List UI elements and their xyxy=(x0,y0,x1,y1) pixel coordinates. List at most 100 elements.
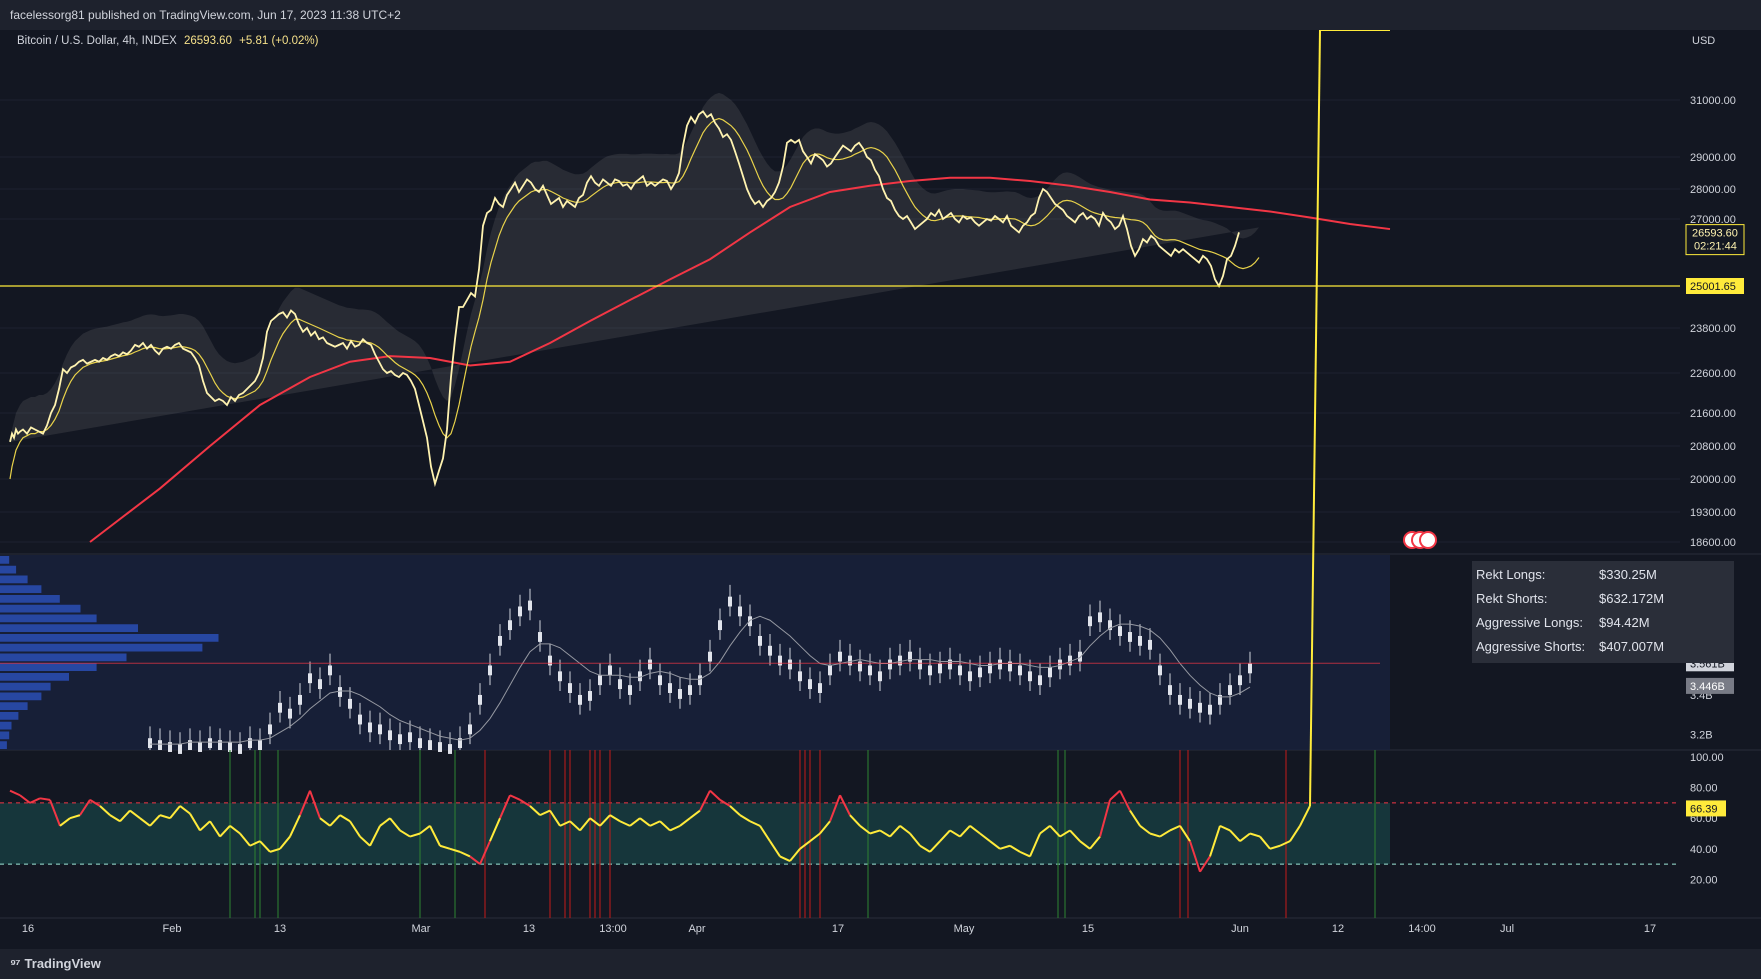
volume-profile-bar xyxy=(0,692,42,701)
time-axis-label: 17 xyxy=(1644,923,1656,935)
volume-profile-bar xyxy=(0,702,28,710)
oi-tick-label: 3.2B xyxy=(1690,729,1713,741)
oi-bar xyxy=(1098,612,1102,623)
oi-bar xyxy=(838,651,842,662)
volume-profile-bar xyxy=(0,634,219,642)
rsi-segment xyxy=(29,797,41,804)
oi-bar xyxy=(798,671,802,682)
oi-bar xyxy=(1198,702,1202,713)
oi-bar xyxy=(928,665,932,676)
oi-bar xyxy=(368,722,372,733)
time-axis-label: 14:00 xyxy=(1408,923,1436,935)
oi-bar xyxy=(338,687,342,697)
volume-profile-bar xyxy=(0,682,51,691)
oi-bar xyxy=(998,659,1002,670)
oi-bar xyxy=(378,724,382,735)
oi-bar xyxy=(678,689,682,699)
oi-bar xyxy=(648,659,652,670)
volume-profile-bar xyxy=(0,556,10,564)
countdown-label: 02:21:44 xyxy=(1694,241,1737,253)
oi-bar xyxy=(588,691,592,701)
price-tick-label: 19300.00 xyxy=(1690,507,1736,519)
oi-bar xyxy=(398,734,402,745)
oi-bar xyxy=(408,732,412,743)
price-tick-label: 21600.00 xyxy=(1690,408,1736,420)
footer-bar: ⁹⁷ TradingView xyxy=(0,949,1761,979)
oi-bar xyxy=(778,655,782,666)
oi-bar xyxy=(518,606,522,617)
oi-bar xyxy=(1188,698,1192,709)
oi-bar xyxy=(688,685,692,695)
oi-bar xyxy=(1178,694,1182,705)
oi-bar xyxy=(328,665,332,676)
time-axis-label: 16 xyxy=(22,923,34,935)
volume-profile-bar xyxy=(0,741,7,749)
oi-bar xyxy=(158,740,162,750)
oi-bar xyxy=(278,702,282,713)
oi-bar xyxy=(1128,632,1132,642)
oi-bar xyxy=(958,665,962,676)
oi-bar xyxy=(208,738,212,749)
oi-bar xyxy=(468,724,472,735)
rekt-longs-value: $330.25M xyxy=(1599,567,1657,582)
oi-bar xyxy=(1248,663,1252,674)
oi-bar xyxy=(488,665,492,676)
oi-bar xyxy=(868,665,872,676)
event-flag-icon xyxy=(1419,531,1437,549)
tradingview-logo[interactable]: ⁹⁷ TradingView xyxy=(10,956,101,971)
price-envelope xyxy=(10,92,1259,442)
oi-bar xyxy=(898,655,902,666)
oi-bar xyxy=(718,620,722,631)
oi-bar xyxy=(528,600,532,611)
chart-svg[interactable]: 31000.0029000.0028000.0027000.0023800.00… xyxy=(0,30,1761,949)
oi-bar xyxy=(498,635,502,646)
oi-bar xyxy=(1158,665,1162,676)
rekt-shorts-label: Rekt Shorts: xyxy=(1476,591,1548,606)
aggressive-longs-label: Aggressive Longs: xyxy=(1476,615,1583,630)
oi-bar xyxy=(1118,626,1122,636)
rsi-tick-label: 40.00 xyxy=(1690,844,1718,856)
volume-profile-bar xyxy=(0,663,97,671)
oi-bar xyxy=(1038,675,1042,686)
oi-bar xyxy=(728,596,732,607)
volume-profile-bar xyxy=(0,624,138,632)
time-axis-label: Jul xyxy=(1500,923,1514,935)
oi-bar xyxy=(788,659,792,670)
oi-bar xyxy=(1088,616,1092,627)
volume-profile-bar xyxy=(0,595,60,603)
oi-bar xyxy=(508,620,512,631)
rsi-value-label: 66.39 xyxy=(1690,803,1718,815)
symbol-legend: Bitcoin / U.S. Dollar, 4h, INDEX 26593.6… xyxy=(17,35,318,47)
oi-bar xyxy=(738,606,742,617)
time-axis-label: 17 xyxy=(832,923,844,935)
oi-bar xyxy=(708,651,712,662)
oi-bar xyxy=(348,698,352,709)
oi-bar xyxy=(478,694,482,705)
price-tick-label: 20800.00 xyxy=(1690,441,1736,453)
oi-bar xyxy=(1208,704,1212,715)
oi-bar xyxy=(618,679,622,690)
rsi-tick-label: 20.00 xyxy=(1690,874,1718,886)
volume-profile-bar xyxy=(0,721,12,730)
time-axis-label: 13 xyxy=(274,923,286,935)
rekt-shorts-value: $632.172M xyxy=(1599,591,1665,606)
oi-bar xyxy=(938,663,942,674)
time-axis-label: 12 xyxy=(1332,923,1344,935)
volume-profile-bar xyxy=(0,614,97,623)
oi-bar xyxy=(198,742,202,752)
oi-bar xyxy=(828,665,832,676)
oi-bar xyxy=(578,694,582,705)
oi-bar xyxy=(888,659,892,670)
aggressive-shorts-value: $407.007M xyxy=(1599,639,1665,654)
oi-bar xyxy=(1018,665,1022,676)
oi-bar xyxy=(1138,635,1142,646)
oi-bar xyxy=(668,683,672,693)
oi-bar xyxy=(598,675,602,686)
oi-bar xyxy=(918,659,922,670)
volume-profile-bar xyxy=(0,712,19,720)
rekt-longs-label: Rekt Longs: xyxy=(1476,567,1546,582)
oi-bar xyxy=(308,673,312,684)
volume-profile-bar xyxy=(0,643,203,652)
volume-profile-bar xyxy=(0,565,17,574)
oi-bar xyxy=(288,708,292,719)
